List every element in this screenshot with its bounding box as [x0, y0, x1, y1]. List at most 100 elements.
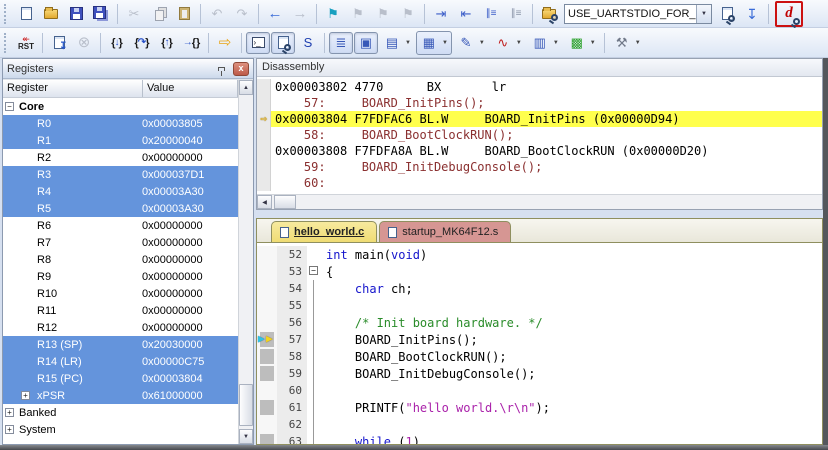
- paste-button[interactable]: [172, 3, 196, 25]
- show-next-statement-button[interactable]: ⇨: [213, 32, 237, 54]
- run-button[interactable]: ↧: [47, 32, 71, 54]
- register-column-label[interactable]: Register: [3, 80, 143, 97]
- collapse-icon[interactable]: −: [5, 102, 14, 111]
- new-file-button[interactable]: [14, 3, 38, 25]
- disassembly-line[interactable]: 0x00003808 F7FDFA8A BL.W BOARD_BootClock…: [257, 143, 822, 159]
- disassembly-line[interactable]: 0x00003802 4770 BX lr: [257, 79, 822, 95]
- save-button[interactable]: [64, 3, 88, 25]
- save-all-button[interactable]: [89, 3, 113, 25]
- register-row-r15-pc[interactable]: R15 (PC)0x00003804: [3, 370, 238, 387]
- register-row-r4[interactable]: R40x00003A30: [3, 183, 238, 200]
- pin-icon[interactable]: [218, 67, 225, 71]
- tab-hello-world-c[interactable]: hello_world.c: [271, 221, 377, 242]
- code-text[interactable]: PRINTF("hello world.\r\n");: [321, 401, 822, 415]
- breakpoint-margin[interactable]: ▶▶: [257, 331, 277, 348]
- system-viewer-button[interactable]: ▥: [528, 32, 552, 54]
- expand-icon[interactable]: +: [5, 408, 14, 417]
- register-row-r13-sp[interactable]: R13 (SP)0x20030000: [3, 336, 238, 353]
- breakpoint-margin[interactable]: [257, 246, 277, 263]
- toolbar-gripper[interactable]: [4, 33, 10, 53]
- scrollbar-thumb[interactable]: [239, 384, 253, 426]
- toolbox-button[interactable]: ⚒: [610, 32, 634, 54]
- breakpoint-margin[interactable]: [257, 314, 277, 331]
- unindent-button[interactable]: ⇤: [454, 3, 478, 25]
- code-line-58[interactable]: 58 BOARD_BootClockRUN();: [257, 348, 822, 365]
- register-row-r12[interactable]: R120x00000000: [3, 319, 238, 336]
- start-stop-debug-session-button[interactable]: d: [777, 3, 801, 25]
- fold-margin[interactable]: −: [307, 263, 321, 280]
- expand-icon[interactable]: +: [21, 391, 30, 400]
- code-line-52[interactable]: 52int main(void): [257, 246, 822, 263]
- code-line-59[interactable]: 59 BOARD_InitDebugConsole();: [257, 365, 822, 382]
- indent-button[interactable]: ⇥: [429, 3, 453, 25]
- value-column-label[interactable]: Value: [143, 80, 238, 97]
- find-in-files-button[interactable]: [537, 3, 561, 25]
- dropdown-arrow-icon[interactable]: ▼: [478, 40, 488, 46]
- clear-bookmarks-button[interactable]: ⚑: [396, 3, 420, 25]
- disassembly-window-button[interactable]: [271, 32, 295, 54]
- previous-bookmark-button[interactable]: ⚑: [371, 3, 395, 25]
- register-row-r9[interactable]: R90x00000000: [3, 268, 238, 285]
- register-row-r0[interactable]: R00x00003805: [3, 115, 238, 132]
- breakpoint-margin[interactable]: [257, 416, 277, 433]
- logic-analyzer-button[interactable]: ∿: [491, 32, 515, 54]
- breakpoint-margin[interactable]: [257, 382, 277, 399]
- registers-window-button[interactable]: ≣: [329, 32, 353, 54]
- code-line-61[interactable]: 61 PRINTF("hello world.\r\n");: [257, 399, 822, 416]
- goto-reference-button[interactable]: ↧: [740, 3, 764, 25]
- command-window-button[interactable]: ›_: [246, 32, 270, 54]
- breakpoint-margin[interactable]: [257, 263, 277, 280]
- open-file-button[interactable]: [39, 3, 63, 25]
- expand-icon[interactable]: +: [5, 425, 14, 434]
- register-row-core[interactable]: −Core: [3, 98, 238, 115]
- peripheral-dialogs-button[interactable]: ▩: [565, 32, 589, 54]
- next-bookmark-button[interactable]: ⚑: [346, 3, 370, 25]
- undo-button[interactable]: ↶: [205, 3, 229, 25]
- register-row-xpsr[interactable]: +xPSR0x61000000: [3, 387, 238, 404]
- disassembly-line[interactable]: ⇨0x00003804 F7FDFAC6 BL.W BOARD_InitPins…: [257, 111, 822, 127]
- disassembly-line[interactable]: 57: BOARD_InitPins();: [257, 95, 822, 111]
- dropdown-arrow-icon[interactable]: ▼: [441, 40, 451, 46]
- code-text[interactable]: char ch;: [321, 282, 822, 296]
- step-out-button[interactable]: {↑}: [155, 32, 179, 54]
- find-combo[interactable]: USE_UARTSTDIO_FOR_EF▼: [564, 4, 712, 24]
- register-row-banked[interactable]: +Banked: [3, 404, 238, 421]
- disassembly-line[interactable]: 59: BOARD_InitDebugConsole();: [257, 159, 822, 175]
- code-line-60[interactable]: 60: [257, 382, 822, 399]
- fold-collapse-icon[interactable]: −: [309, 266, 318, 275]
- stop-button[interactable]: ⊗: [72, 32, 96, 54]
- scroll-left-icon[interactable]: ◀: [257, 195, 272, 209]
- watch-window-button[interactable]: ▤: [380, 32, 404, 54]
- register-row-r7[interactable]: R70x00000000: [3, 234, 238, 251]
- register-row-r2[interactable]: R20x00000000: [3, 149, 238, 166]
- step-button[interactable]: {↓}: [105, 32, 129, 54]
- disassembly-hscrollbar[interactable]: ◀: [257, 194, 822, 209]
- code-line-57[interactable]: ▶▶57 BOARD_InitPins();: [257, 331, 822, 348]
- breakpoint-margin[interactable]: [257, 399, 277, 416]
- combo-dropdown-icon[interactable]: ▼: [696, 5, 711, 23]
- disassembly-line[interactable]: 58: BOARD_BootClockRUN();: [257, 127, 822, 143]
- cut-button[interactable]: ✂: [122, 3, 146, 25]
- code-text[interactable]: BOARD_BootClockRUN();: [321, 350, 822, 364]
- callstack-window-button[interactable]: ▣: [354, 32, 378, 54]
- register-row-r3[interactable]: R30x000037D1: [3, 166, 238, 183]
- code-line-56[interactable]: 56 /* Init board hardware. */: [257, 314, 822, 331]
- hscrollbar-thumb[interactable]: [274, 195, 296, 209]
- code-text[interactable]: {: [321, 265, 822, 279]
- serial-window-button[interactable]: ✎: [454, 32, 478, 54]
- breakpoint-margin[interactable]: [257, 365, 277, 382]
- register-row-r14-lr[interactable]: R14 (LR)0x00000C75: [3, 353, 238, 370]
- reset-button[interactable]: ↞RST: [14, 32, 38, 54]
- code-text[interactable]: int main(void): [321, 248, 822, 262]
- register-row-r10[interactable]: R100x00000000: [3, 285, 238, 302]
- tab-startup-mk64f12-s[interactable]: startup_MK64F12.s: [379, 221, 511, 242]
- toolbar-gripper[interactable]: [4, 4, 10, 24]
- dropdown-arrow-icon[interactable]: ▼: [515, 40, 525, 46]
- dropdown-arrow-icon[interactable]: ▼: [404, 40, 414, 46]
- step-over-button[interactable]: {↷}: [130, 32, 154, 54]
- register-row-r5[interactable]: R50x00003A30: [3, 200, 238, 217]
- panel-splitter[interactable]: [256, 210, 823, 218]
- insert-bookmark-button[interactable]: ⚑: [321, 3, 345, 25]
- run-to-cursor-button[interactable]: →{}: [180, 32, 204, 54]
- disassembly-line[interactable]: 60:: [257, 175, 822, 191]
